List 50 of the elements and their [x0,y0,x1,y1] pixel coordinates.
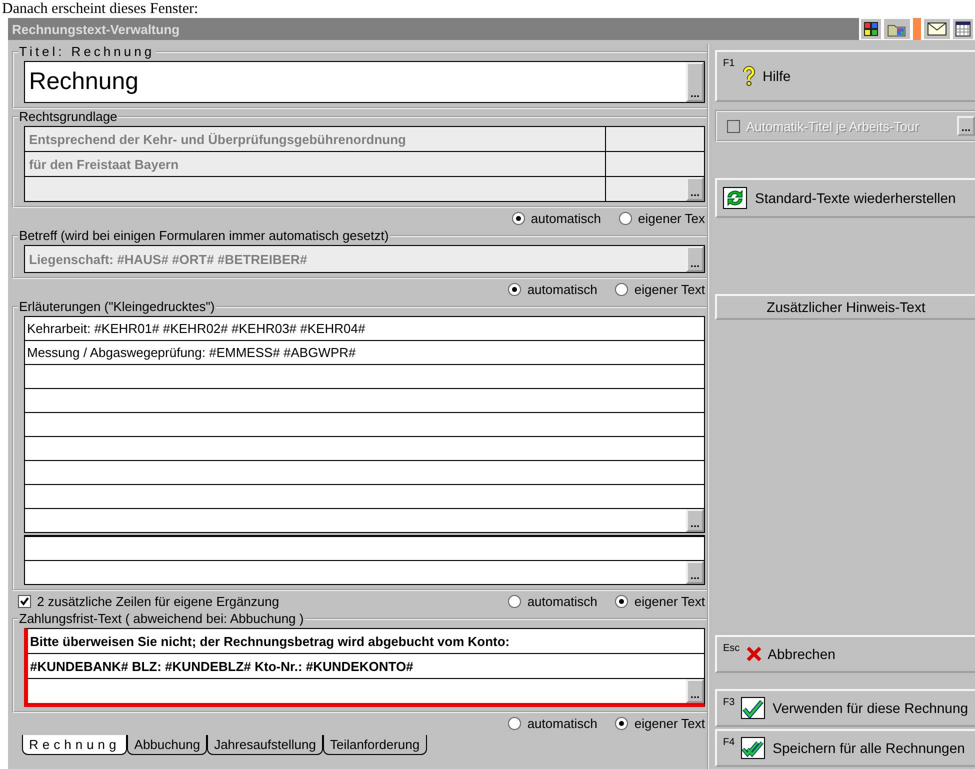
more-button[interactable]: ... [686,62,704,102]
cross-icon [746,644,762,664]
text-line-field[interactable]: Kehrarbeit: #KEHR01# #KEHR02# #KEHR03# #KEHR04# [25,317,704,341]
restore-button[interactable]: Standard-Texte wiederherstellen [715,178,975,218]
text-line-field[interactable]: ... [25,509,704,532]
more-button[interactable]: ... [686,561,704,584]
radio-button[interactable] [615,716,628,730]
title-field[interactable]: Rechnung ... [24,61,705,103]
text-line-field[interactable]: #KUNDEBANK# BLZ: #KUNDEBLZ# Kto-Nr.: #KUNDEKONTO# [28,654,704,679]
option-label: automatisch [527,282,598,296]
option-label: automatisch [527,716,598,730]
checkbox[interactable] [18,594,31,608]
checkbox-label: Automatik-Titel je Arbeits-Tour [727,118,919,134]
envelope-icon[interactable] [924,19,950,39]
calendar-icon[interactable] [953,19,973,39]
hint-text-button[interactable]: Zusätzlicher Hinweis-Text [715,294,975,320]
option-label: eigener Tex [638,210,705,226]
caption-text: Danach erscheint dieses Fenster: [1,0,200,18]
more-button[interactable]: ... [686,509,704,532]
text-line-field[interactable]: Messung / Abgaswegeprüfung: #EMMESS# #ABGWPR# [25,341,704,365]
option-label: automatisch [530,210,602,226]
text-line-field[interactable]: ... [28,679,704,703]
tab[interactable]: Teilanforderung [322,735,427,755]
tab[interactable]: Rechnung [22,735,128,755]
radio-button[interactable] [508,594,522,608]
folder-icon[interactable] [884,19,910,39]
section-label: Rechtsgrundlage [18,109,118,124]
option-label: automatisch [527,594,598,608]
option-label: eigener Text [634,716,705,730]
section-label: Zahlungsfrist-Text ( abweichend bei: Abbuchung ) [18,611,305,626]
text-line-field[interactable]: Bitte überweisen Sie nicht; der Rechnungsbetrag wird abgebucht vom Konto: [28,629,704,654]
section-label: Erläuterungen ("Kleingedrucktes") [18,299,216,314]
field-value: Rechnung [28,68,140,96]
check-icon [740,697,765,719]
checkbox-label: 2 zusätzliche Zeilen für eigene Ergänzung [37,594,280,608]
section-label: Titel: Rechnung [18,44,156,59]
double-check-icon [740,737,765,759]
option-label: eigener Text [634,594,705,608]
color-grid-icon[interactable] [861,19,881,39]
refresh-icon [723,187,747,209]
window-title: Rechnungstext-Verwaltung [11,22,181,36]
question-icon [740,66,757,86]
radio-button[interactable] [508,716,522,730]
option-label: eigener Text [634,282,705,296]
tab[interactable]: Abbuchung [127,735,208,755]
section-label: Betreff (wird bei einigen Formularen immer automatisch gesetzt) [18,228,390,243]
accent-bar [913,18,921,40]
tab[interactable]: Jahresaufstellung [207,735,323,755]
more-button[interactable]: ... [686,679,704,703]
radio-button[interactable] [615,594,628,608]
